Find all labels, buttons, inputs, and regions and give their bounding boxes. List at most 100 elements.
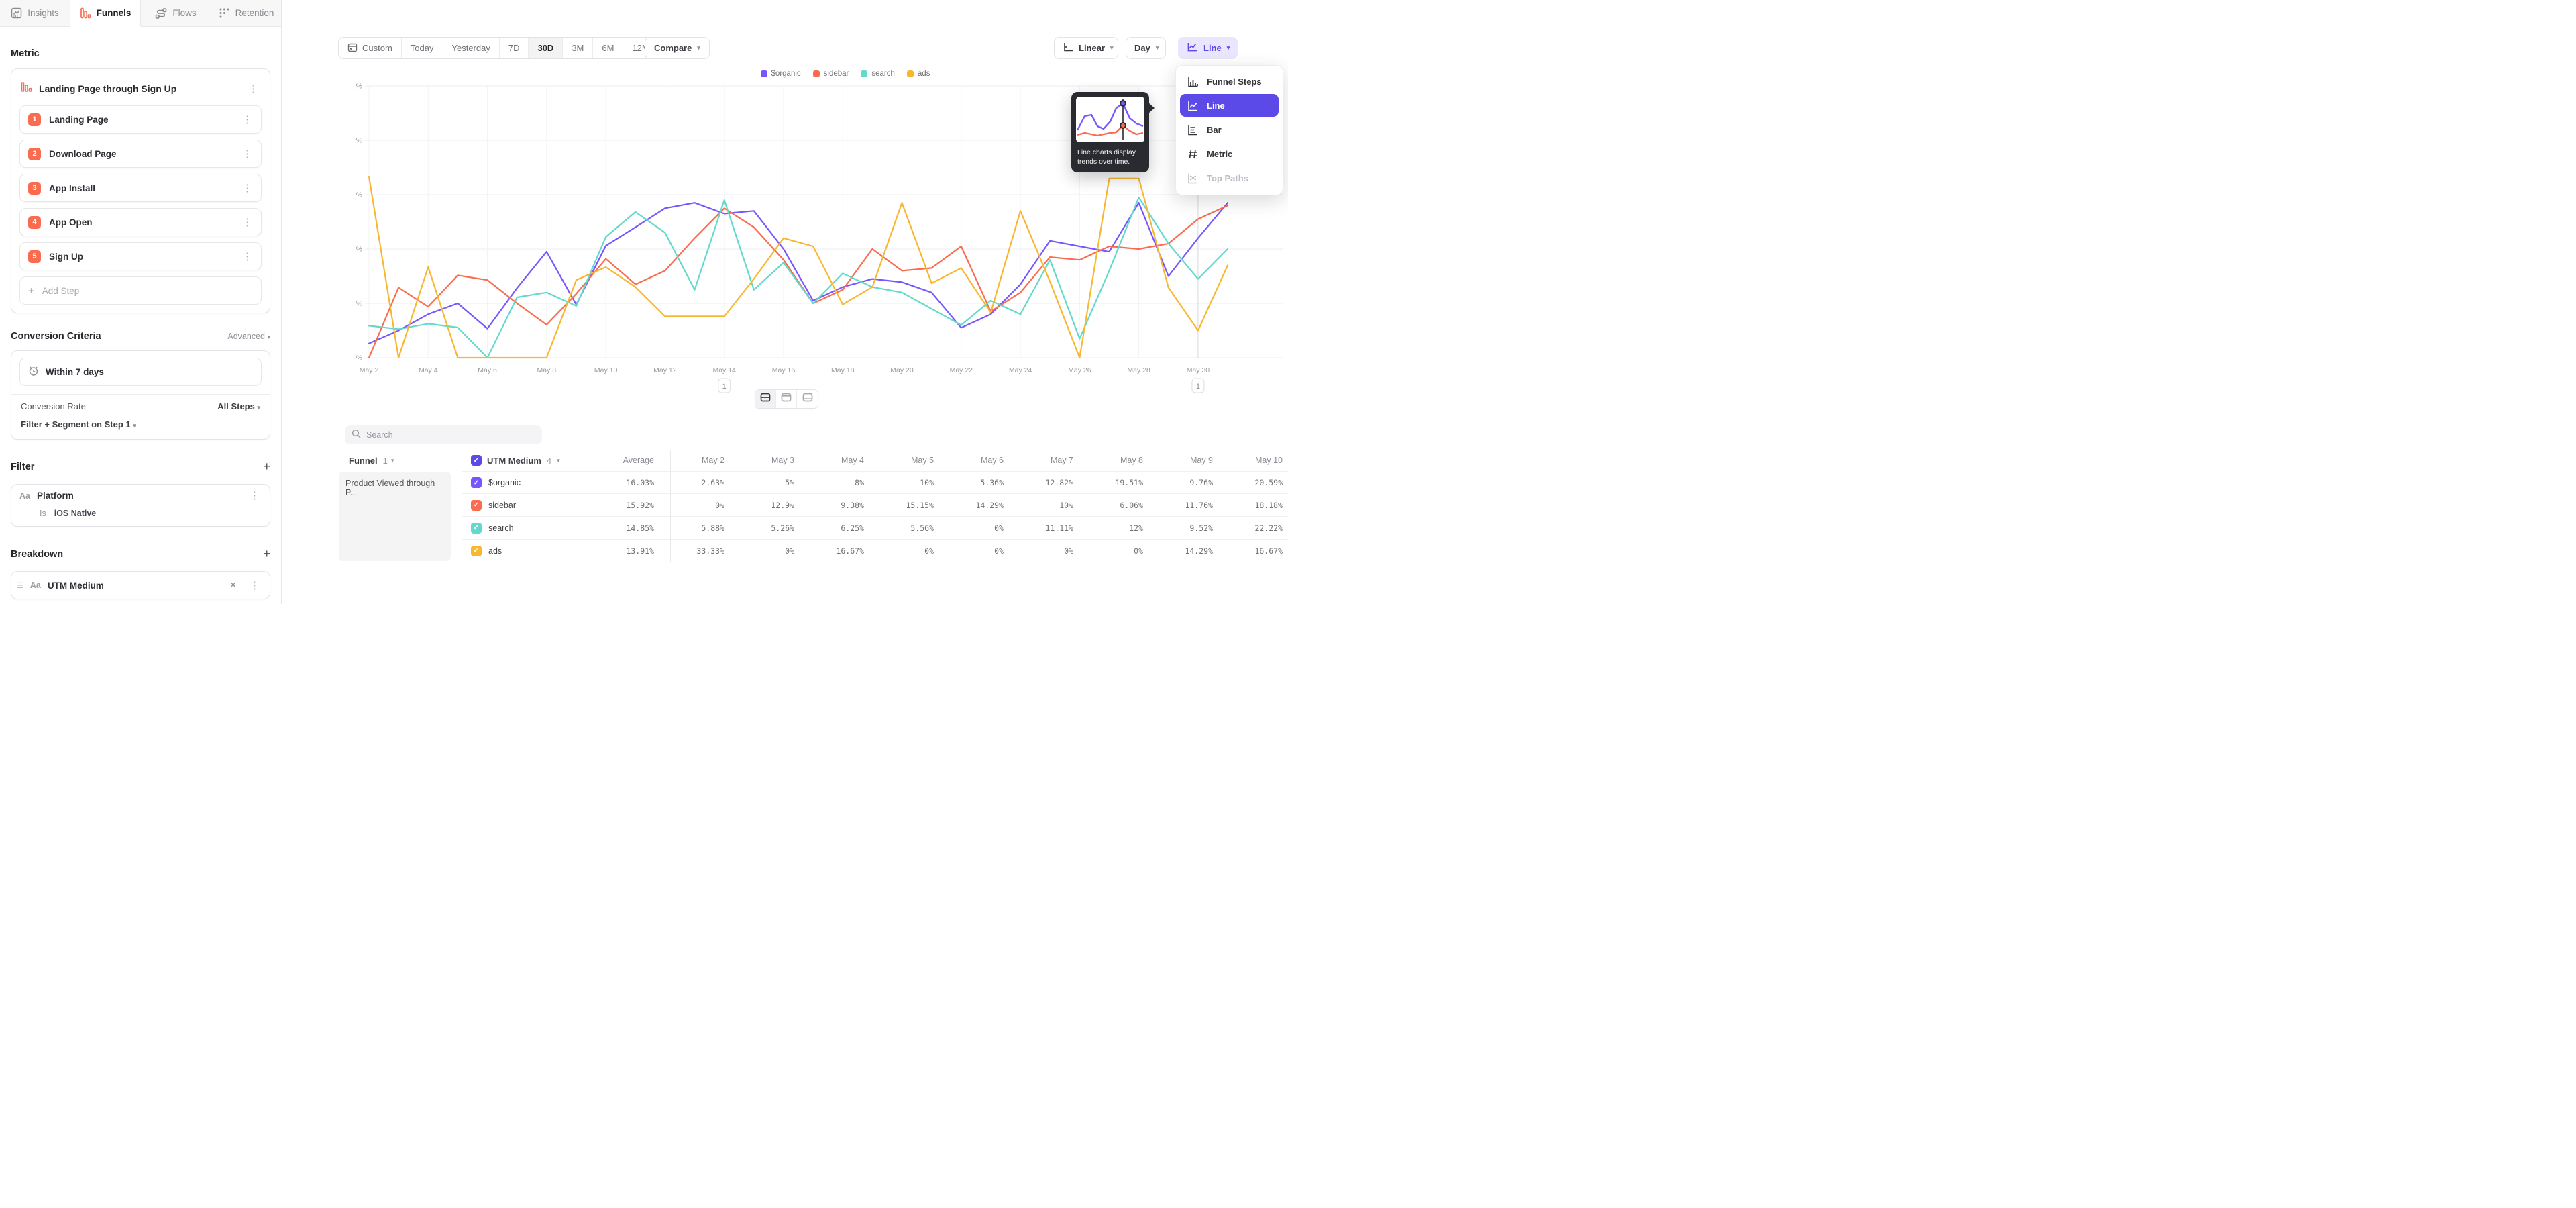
column-header-may-7[interactable]: May 7 <box>1020 450 1089 471</box>
column-header-average[interactable]: Average <box>606 450 671 471</box>
tab-retention[interactable]: Retention <box>211 0 281 26</box>
range-3m[interactable]: 3M <box>563 38 593 58</box>
legend-item-organic[interactable]: $organic <box>761 70 801 78</box>
main-panel: CustomTodayYesterday7D30D3M6M12M Compare… <box>282 0 1288 604</box>
breakdown-kebab-icon[interactable]: ⋮ <box>248 581 262 591</box>
table-search[interactable] <box>345 425 542 444</box>
legend-item-sidebar[interactable]: sidebar <box>813 70 849 78</box>
cell-value: 9.76% <box>1159 471 1229 494</box>
range-30d[interactable]: 30D <box>529 38 563 58</box>
conversion-criteria-heading: Conversion Criteria <box>11 331 101 342</box>
step-kebab-icon[interactable]: ⋮ <box>240 183 254 193</box>
line-icon <box>1186 100 1199 111</box>
range-today[interactable]: Today <box>402 38 443 58</box>
group-cell[interactable]: Product Viewed through P... <box>339 472 451 561</box>
series-checkbox[interactable]: ✓ <box>471 477 482 488</box>
column-header-may-9[interactable]: May 9 <box>1159 450 1229 471</box>
table-only-view-button[interactable] <box>797 390 818 408</box>
table-row-series: ✓ads <box>462 540 606 562</box>
menu-item-label: Metric <box>1207 149 1232 159</box>
chart-type-dropdown[interactable]: Line▾ <box>1178 37 1238 59</box>
column-header-may-4[interactable]: May 4 <box>810 450 880 471</box>
split-view-button[interactable] <box>755 390 776 408</box>
column-header-may-3[interactable]: May 3 <box>741 450 810 471</box>
step-kebab-icon[interactable]: ⋮ <box>240 149 254 159</box>
add-breakdown-button[interactable]: + <box>263 547 270 561</box>
compare-button[interactable]: Compare▾ <box>645 37 710 59</box>
cell-value: 0% <box>1020 540 1089 562</box>
filter-operator[interactable]: Is <box>40 509 46 518</box>
legend-item-ads[interactable]: ads <box>907 70 930 78</box>
funnel-step-2[interactable]: 2Download Page⋮ <box>19 140 262 168</box>
chevron-down-icon: ▾ <box>1110 44 1114 52</box>
conversion-window-button[interactable]: Within 7 days <box>19 358 262 386</box>
filter-kebab-icon[interactable]: ⋮ <box>248 491 262 501</box>
cell-value: 11.76% <box>1159 494 1229 517</box>
column-header-may-8[interactable]: May 8 <box>1089 450 1159 471</box>
funnel-step-1[interactable]: 1Landing Page⋮ <box>19 105 262 134</box>
add-filter-button[interactable]: + <box>263 460 270 474</box>
funnel-title-row[interactable]: Landing Page through Sign Up ⋮ <box>19 76 262 105</box>
svg-text:1: 1 <box>1196 383 1200 391</box>
tab-flows[interactable]: Flows <box>141 0 211 26</box>
svg-text:May 12: May 12 <box>653 366 677 374</box>
legend-label: sidebar <box>824 70 849 78</box>
series-checkbox[interactable]: ✓ <box>471 523 482 534</box>
filter-value[interactable]: iOS Native <box>54 509 97 518</box>
range-6m[interactable]: 6M <box>593 38 623 58</box>
drag-handle-icon[interactable]: ☰ <box>17 581 23 590</box>
funnel-selector[interactable]: Funnel1 ▾ <box>339 450 462 471</box>
tab-insights[interactable]: Insights <box>0 0 70 26</box>
column-header-may-5[interactable]: May 5 <box>880 450 950 471</box>
conversion-rate-dropdown[interactable]: All Steps ▾ <box>217 401 260 411</box>
column-header-may-2[interactable]: May 2 <box>671 450 741 471</box>
cell-value: 15.15% <box>880 494 950 517</box>
svg-text:50%: 50% <box>356 83 362 91</box>
scale-dropdown[interactable]: Linear▾ <box>1054 37 1118 59</box>
view-toggle-group <box>755 389 818 409</box>
menu-item-funnel-steps[interactable]: Funnel Steps <box>1180 70 1279 93</box>
menu-item-metric[interactable]: Metric <box>1180 142 1279 165</box>
funnel-step-5[interactable]: 5Sign Up⋮ <box>19 242 262 270</box>
average-value: 14.85% <box>606 517 671 540</box>
step-kebab-icon[interactable]: ⋮ <box>240 252 254 262</box>
tab-label: Insights <box>28 8 59 18</box>
chevron-down-icon: ▾ <box>133 422 136 429</box>
table-row-series: ✓$organic <box>462 471 606 494</box>
series-checkbox[interactable]: ✓ <box>471 546 482 556</box>
menu-item-label: Bar <box>1207 125 1222 135</box>
tab-funnels[interactable]: Funnels <box>70 0 141 27</box>
tab-label: Funnels <box>97 8 131 18</box>
menu-item-line[interactable]: Line <box>1180 94 1279 117</box>
metric-card: Landing Page through Sign Up ⋮ 1Landing … <box>11 68 270 313</box>
funnel-title: Landing Page through Sign Up <box>39 83 239 94</box>
menu-item-bar[interactable]: Bar <box>1180 118 1279 141</box>
breakdown-property[interactable]: UTM Medium <box>48 581 219 591</box>
series-checkbox[interactable]: ✓ <box>471 500 482 511</box>
column-header-may-10[interactable]: May 10 <box>1229 450 1288 471</box>
range-yesterday[interactable]: Yesterday <box>443 38 500 58</box>
conversion-card: Within 7 days Conversion Rate All Steps … <box>11 350 270 440</box>
filter-segment-dropdown[interactable]: Filter + Segment on Step 1 ▾ <box>11 414 270 436</box>
breakdown-checkbox[interactable]: ✓ <box>471 455 482 466</box>
advanced-dropdown[interactable]: Advanced ▾ <box>227 332 270 341</box>
breakdown-column-selector[interactable]: ✓UTM Medium4▾ <box>462 450 606 471</box>
funnel-step-3[interactable]: 3App Install⋮ <box>19 174 262 202</box>
legend-swatch <box>861 70 867 77</box>
chart-only-view-button[interactable] <box>776 390 797 408</box>
cell-value: 6.06% <box>1089 494 1159 517</box>
cell-value: 12% <box>1089 517 1159 540</box>
granularity-dropdown[interactable]: Day▾ <box>1126 37 1166 59</box>
search-input[interactable] <box>366 430 535 440</box>
remove-breakdown-icon[interactable]: ✕ <box>225 580 241 591</box>
column-header-may-6[interactable]: May 6 <box>950 450 1020 471</box>
filter-property[interactable]: Platform <box>37 491 241 501</box>
funnel-step-4[interactable]: 4App Open⋮ <box>19 208 262 236</box>
legend-item-search[interactable]: search <box>861 70 895 78</box>
range-custom[interactable]: Custom <box>339 38 402 58</box>
funnel-kebab-icon[interactable]: ⋮ <box>246 84 260 94</box>
add-step-button[interactable]: + Add Step <box>19 276 262 305</box>
range-7d[interactable]: 7D <box>500 38 529 58</box>
step-kebab-icon[interactable]: ⋮ <box>240 115 254 125</box>
step-kebab-icon[interactable]: ⋮ <box>240 217 254 228</box>
